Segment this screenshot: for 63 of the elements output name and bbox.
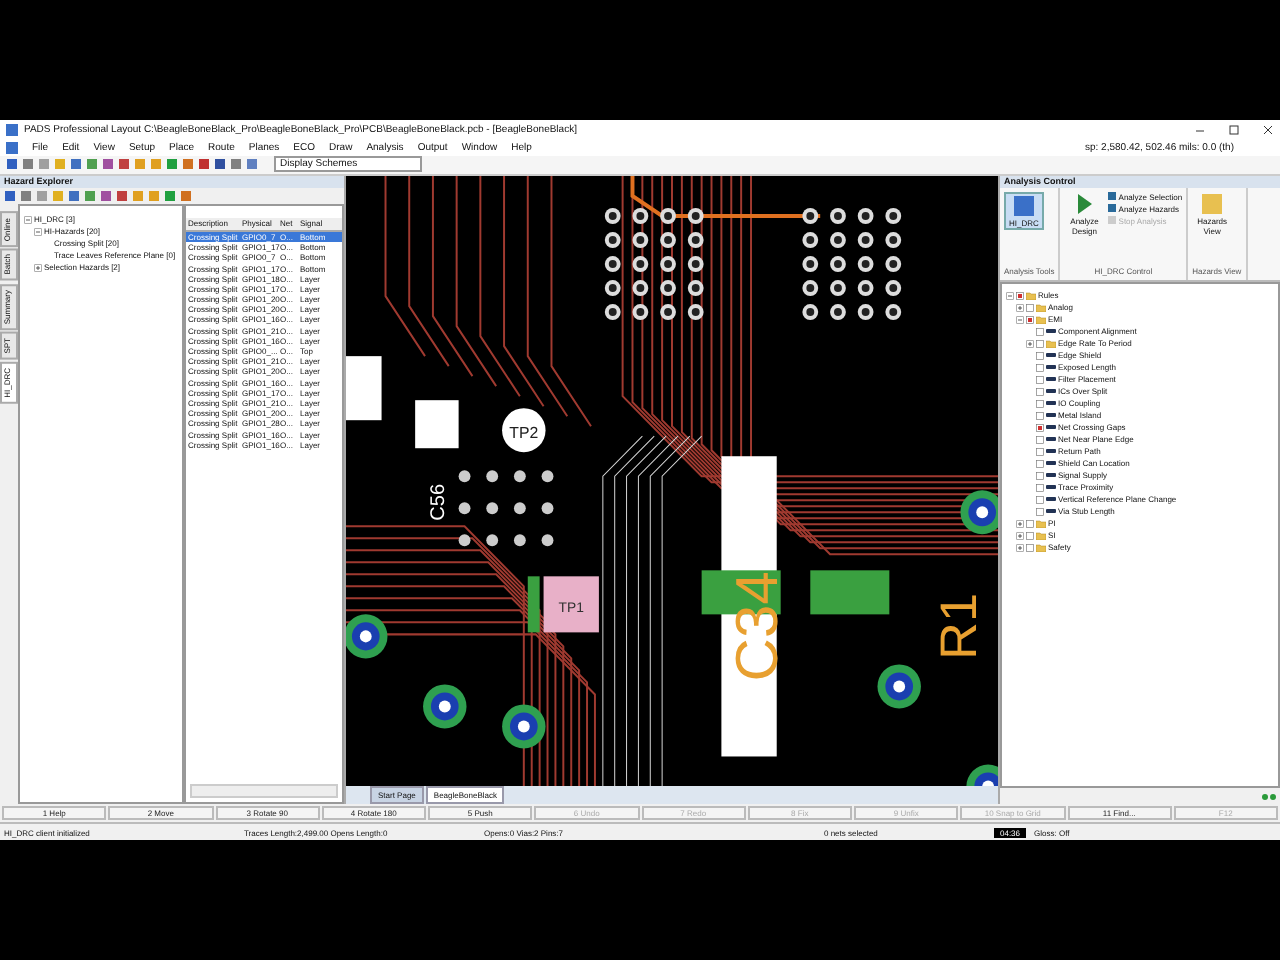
toolbar-square-icon[interactable] <box>164 189 176 202</box>
expander-icon[interactable] <box>1026 339 1034 348</box>
checkbox[interactable] <box>1036 435 1044 444</box>
checkbox[interactable] <box>1026 531 1034 540</box>
expander-icon[interactable] <box>1016 303 1024 312</box>
toolbar-square-icon[interactable] <box>182 158 194 171</box>
toolbar-square-icon[interactable] <box>118 158 130 171</box>
square-icon <box>1108 216 1117 225</box>
toolbar-square-icon[interactable] <box>102 158 114 171</box>
document-icon <box>6 141 18 154</box>
checkbox[interactable] <box>1036 483 1044 492</box>
toolbar-square-icon[interactable] <box>180 189 192 202</box>
silkscreen-label: C56 <box>428 483 451 521</box>
toolbar-square-icon[interactable] <box>198 158 210 171</box>
toolbar-square-icon[interactable] <box>166 158 178 171</box>
checkbox[interactable] <box>1036 351 1044 360</box>
square-icon <box>1108 204 1117 213</box>
checkbox[interactable] <box>1036 459 1044 468</box>
toolbar-square-icon[interactable] <box>86 158 98 171</box>
expander-icon[interactable] <box>1016 531 1024 540</box>
checkbox[interactable] <box>1016 291 1024 300</box>
square-icon <box>1108 192 1117 201</box>
checkbox[interactable] <box>1036 411 1044 420</box>
toolbar-square-icon[interactable] <box>70 158 82 171</box>
close-icon[interactable] <box>1262 123 1274 136</box>
toolbar-square-icon[interactable] <box>68 189 80 202</box>
app-logo-icon <box>6 123 18 136</box>
toolbar-square-icon[interactable] <box>246 158 258 171</box>
toolbar-square-icon[interactable] <box>230 158 242 171</box>
checkbox[interactable] <box>1036 495 1044 504</box>
silkscreen-label: TP2 <box>509 424 539 443</box>
toolbar-square-icon[interactable] <box>4 189 16 202</box>
checkbox[interactable] <box>1036 471 1044 480</box>
checkbox[interactable] <box>1036 507 1044 516</box>
toolbar-square-icon[interactable] <box>116 189 128 202</box>
toolbar-square-icon[interactable] <box>6 158 18 171</box>
checkbox[interactable] <box>1036 399 1044 408</box>
maximize-icon[interactable] <box>1228 123 1240 136</box>
silkscreen-label: C34 <box>724 570 791 682</box>
checkbox[interactable] <box>1026 519 1034 528</box>
expander-icon[interactable] <box>1016 519 1024 528</box>
checkbox[interactable] <box>1036 339 1044 348</box>
horizontal-scrollbar[interactable] <box>190 784 338 799</box>
checkbox[interactable] <box>1036 363 1044 372</box>
checkbox[interactable] <box>1036 387 1044 396</box>
expander-icon[interactable] <box>34 263 42 272</box>
toolbar-square-icon[interactable] <box>20 189 32 202</box>
checkbox[interactable] <box>1026 543 1034 552</box>
toolbar-square-icon[interactable] <box>100 189 112 202</box>
expander-icon[interactable] <box>1016 315 1024 324</box>
silkscreen-label: R1 <box>932 592 988 660</box>
checkbox[interactable] <box>1036 423 1044 432</box>
checkbox[interactable] <box>1036 327 1044 336</box>
expander-icon[interactable] <box>34 227 42 236</box>
expander-icon[interactable] <box>24 215 32 224</box>
checkbox[interactable] <box>1026 303 1034 312</box>
checkbox[interactable] <box>1026 315 1034 324</box>
checkbox[interactable] <box>1036 447 1044 456</box>
expander-icon[interactable] <box>1006 291 1014 300</box>
toolbar-square-icon[interactable] <box>22 158 34 171</box>
checkbox[interactable] <box>1036 375 1044 384</box>
expander-icon[interactable] <box>1016 543 1024 552</box>
toolbar-square-icon[interactable] <box>214 158 226 171</box>
